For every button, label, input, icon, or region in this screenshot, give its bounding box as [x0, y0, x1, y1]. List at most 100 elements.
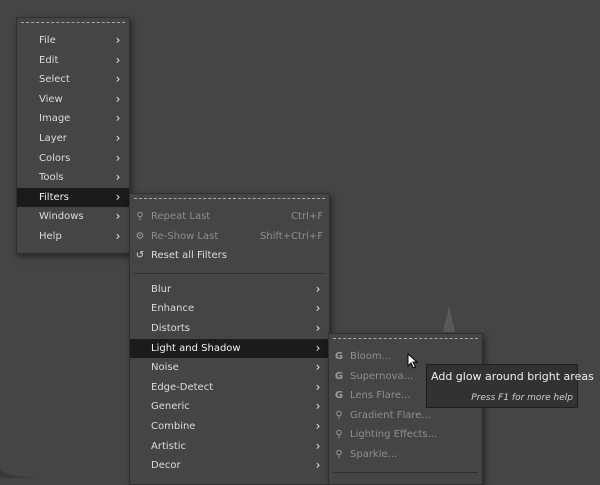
menu-item-label: Bloom...: [350, 351, 392, 362]
chevron-right-icon: ›: [315, 281, 321, 296]
menu-item-label: Sparkle...: [350, 448, 398, 460]
lighting-effects-item[interactable]: ⚲ Lighting Effects...: [329, 425, 482, 445]
menu-item-label: Generic: [151, 401, 190, 413]
submenu-light-and-shadow[interactable]: Light and Shadow ›: [130, 338, 329, 359]
chevron-right-icon: ›: [115, 228, 121, 243]
menu-item-windows[interactable]: Windows ›: [17, 207, 129, 227]
plugin-icon: ⚲: [335, 409, 343, 421]
chevron-right-icon: ›: [315, 418, 321, 433]
shortcut-label: Shift+Ctrl+F: [259, 230, 323, 242]
submenu-artistic[interactable]: Artistic ›: [130, 437, 329, 457]
filters-submenu: ⚲ Repeat Last Ctrl+F ⚙ Re-Show Last Shif…: [129, 193, 330, 485]
menu-item-tools[interactable]: Tools ›: [17, 168, 129, 188]
chevron-right-icon: ›: [115, 52, 121, 67]
menu-item-label: Reset all Filters: [151, 250, 227, 262]
chevron-right-icon: ›: [115, 111, 121, 126]
mouse-cursor-icon: [407, 353, 419, 369]
submenu-generic[interactable]: Generic ›: [130, 397, 329, 417]
background-shape-corner: [0, 469, 40, 478]
tear-off-line[interactable]: [134, 198, 325, 207]
chevron-right-icon: ›: [315, 399, 321, 414]
menu-item-label: Gradient Flare...: [350, 409, 431, 421]
tear-off-line[interactable]: [21, 22, 125, 31]
chevron-right-icon: ›: [115, 209, 121, 224]
reset-all-filters-item[interactable]: ↺ Reset all Filters: [130, 246, 329, 266]
gradient-flare-item[interactable]: ⚲ Gradient Flare...: [329, 406, 482, 426]
menu-item-label: Enhance: [151, 303, 195, 315]
menu-item-label: Supernova...: [350, 370, 414, 382]
gegl-icon: G: [334, 370, 344, 382]
menu-item-edit[interactable]: Edit ›: [17, 51, 129, 71]
menu-item-image[interactable]: Image ›: [17, 109, 129, 129]
light-and-shadow-submenu: G Bloom... G Supernova... G Lens Flare... ⚲…: [328, 333, 483, 485]
menu-item-label: Re-Show Last: [151, 230, 219, 242]
menu-item-select[interactable]: Select ›: [17, 70, 129, 90]
repeat-icon: ⚲: [136, 211, 144, 222]
menu-separator: [134, 272, 325, 274]
main-menu: File › Edit › Select › View › Image › Layer › …: [16, 17, 130, 254]
tooltip-text: Add glow around bright areas: [431, 370, 594, 383]
menu-item-layer[interactable]: Layer ›: [17, 129, 129, 149]
chevron-right-icon: ›: [315, 458, 321, 473]
menu-item-label: File: [39, 35, 56, 46]
chevron-right-icon: ›: [115, 170, 121, 185]
chevron-right-icon: ›: [315, 360, 321, 375]
menu-item-label: Tools: [39, 172, 64, 184]
chevron-right-icon: ›: [315, 379, 321, 394]
chevron-right-icon: ›: [315, 438, 321, 453]
chevron-right-icon: ›: [315, 320, 321, 335]
menu-item-label: Lighting Effects...: [350, 429, 438, 441]
menu-item-help[interactable]: Help ›: [17, 227, 129, 247]
plugin-icon: ⚲: [335, 448, 343, 460]
menu-item-label: Light and Shadow: [151, 342, 241, 354]
menu-separator: [333, 471, 478, 473]
menu-item-label: Image: [39, 113, 71, 125]
tooltip-help-text: Press F1 for more help: [471, 393, 573, 403]
menu-item-label: Colors: [39, 152, 71, 164]
menu-item-label: Blur: [151, 283, 172, 295]
repeat-last-item[interactable]: ⚲ Repeat Last Ctrl+F: [130, 207, 329, 227]
sparkle-item[interactable]: ⚲ Sparkle...: [329, 445, 482, 465]
menu-item-view[interactable]: View ›: [17, 90, 129, 110]
chevron-right-icon: ›: [315, 301, 321, 316]
plugin-icon: ⚲: [335, 429, 343, 441]
menu-item-label: View: [39, 93, 63, 105]
submenu-distorts[interactable]: Distorts ›: [130, 319, 329, 339]
tooltip: Add glow around bright areas Press F1 fo…: [426, 364, 594, 408]
tear-off-line[interactable]: [333, 338, 478, 347]
menu-item-label: Combine: [151, 420, 196, 432]
menu-item-label: Filters: [39, 191, 69, 203]
reshow-icon: ⚙: [135, 230, 145, 242]
chevron-right-icon: ›: [315, 340, 321, 355]
chevron-right-icon: ›: [115, 130, 121, 145]
reshow-last-item[interactable]: ⚙ Re-Show Last Shift+Ctrl+F: [130, 227, 329, 247]
submenu-combine[interactable]: Combine ›: [130, 417, 329, 437]
chevron-right-icon: ›: [115, 91, 121, 106]
menu-item-label: Repeat Last: [151, 211, 211, 222]
shortcut-label: Ctrl+F: [291, 211, 323, 222]
menu-item-label: Artistic: [151, 440, 187, 452]
menu-item-colors[interactable]: Colors ›: [17, 149, 129, 169]
reset-icon: ↺: [135, 250, 145, 262]
gegl-icon: G: [334, 351, 344, 362]
gegl-icon: G: [334, 390, 344, 402]
chevron-right-icon: ›: [115, 150, 121, 165]
menu-item-label: Lens Flare...: [350, 390, 411, 402]
menu-item-label: Decor: [151, 460, 181, 472]
menu-item-label: Edit: [39, 54, 59, 66]
submenu-noise[interactable]: Noise ›: [130, 358, 329, 378]
submenu-enhance[interactable]: Enhance ›: [130, 299, 329, 319]
menu-item-label: Noise: [151, 362, 179, 374]
menu-item-label: Select: [39, 74, 70, 86]
background-shape: [443, 306, 455, 332]
menu-item-label: Distorts: [151, 322, 190, 334]
chevron-right-icon: ›: [115, 189, 121, 204]
menu-item-file[interactable]: File ›: [17, 31, 129, 51]
chevron-right-icon: ›: [115, 33, 121, 47]
menu-item-label: Windows: [39, 211, 84, 223]
menu-item-filters[interactable]: Filters ›: [17, 187, 129, 208]
submenu-decor[interactable]: Decor ›: [130, 456, 329, 476]
chevron-right-icon: ›: [115, 72, 121, 87]
submenu-blur[interactable]: Blur ›: [130, 280, 329, 300]
submenu-edge-detect[interactable]: Edge-Detect ›: [130, 378, 329, 398]
